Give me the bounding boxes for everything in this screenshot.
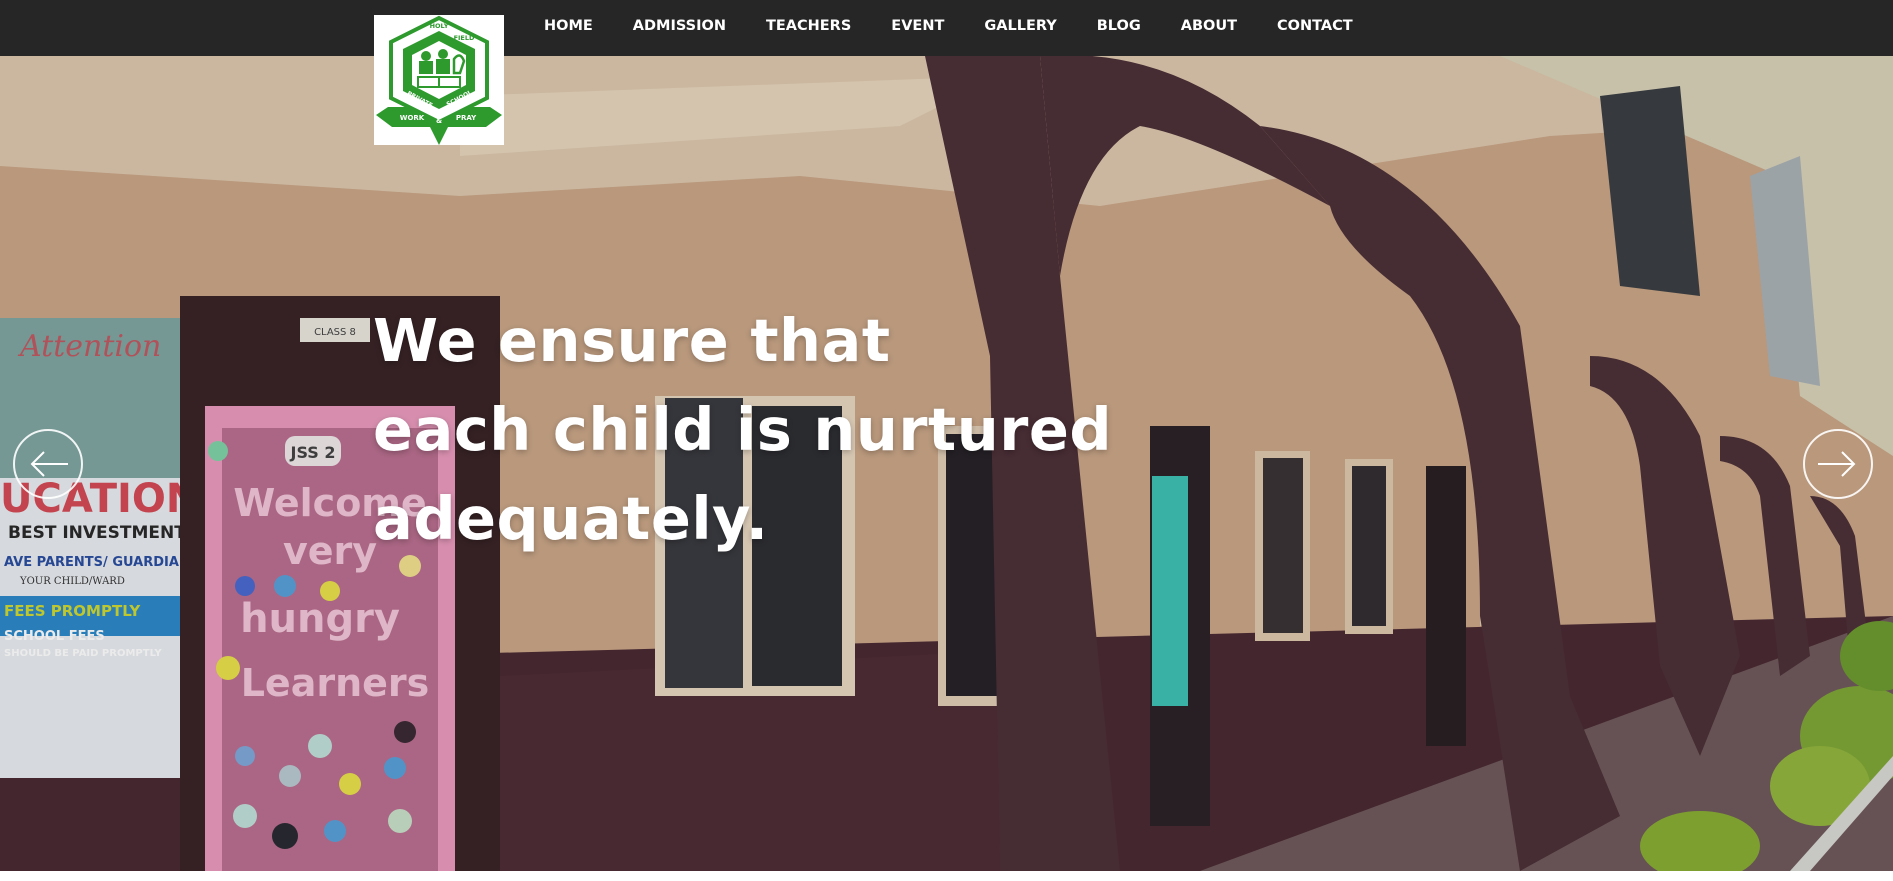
nav-event[interactable]: EVENT [891, 18, 944, 34]
nav-teachers[interactable]: TEACHERS [766, 18, 851, 34]
nav-admission[interactable]: ADMISSION [633, 18, 726, 34]
hero-slider: Attention UCATION BEST INVESTMENT AVE PA… [0, 56, 1893, 871]
top-navigation-bar: HOME ADMISSION TEACHERS EVENT GALLERY BL… [0, 0, 1893, 56]
logo-motto-pray: PRAY [456, 114, 477, 122]
headline-line-3: adequately. [373, 484, 769, 553]
logo-motto-work: WORK [400, 114, 425, 122]
nav-gallery[interactable]: GALLERY [984, 18, 1056, 34]
logo-motto-and: & [436, 117, 442, 125]
arrow-left-icon [13, 429, 83, 499]
page-below-hero [0, 871, 1893, 881]
arrow-right-icon [1803, 429, 1873, 499]
logo-text-top: HOLY [430, 22, 449, 30]
headline-line-1: We ensure that [373, 306, 891, 375]
headline-line-2: each child is nurtured [373, 395, 1113, 464]
nav-home[interactable]: HOME [544, 18, 593, 34]
hero-headline: We ensure that each child is nurtured ad… [373, 296, 1133, 563]
logo-text-top-right: FIELD [454, 34, 475, 42]
nav-about[interactable]: ABOUT [1181, 18, 1237, 34]
school-logo[interactable]: HOLY FIELD PRIVATE SCHOOL WORK & PRAY [374, 15, 504, 145]
slider-prev-button[interactable] [12, 428, 84, 500]
school-crest-icon: HOLY FIELD PRIVATE SCHOOL WORK & PRAY [376, 15, 502, 145]
main-nav: HOME ADMISSION TEACHERS EVENT GALLERY BL… [544, 0, 1353, 52]
nav-blog[interactable]: BLOG [1097, 18, 1141, 34]
nav-contact[interactable]: CONTACT [1277, 18, 1353, 34]
slider-next-button[interactable] [1802, 428, 1874, 500]
